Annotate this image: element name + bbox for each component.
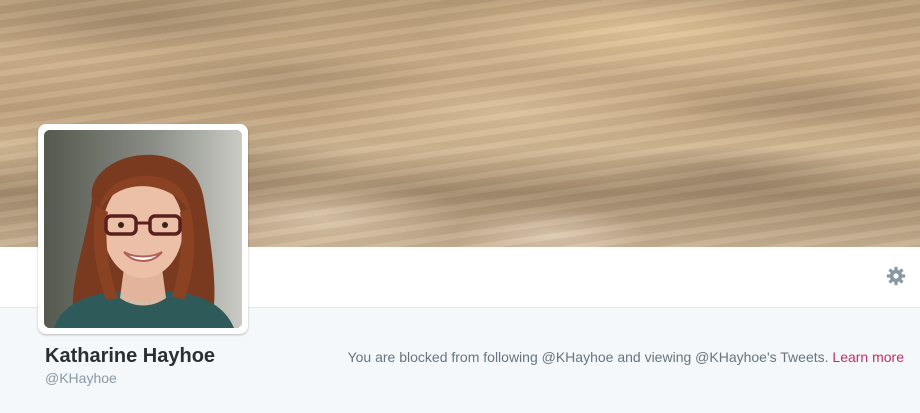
blocked-notice: You are blocked from following @KHayhoe …: [348, 349, 904, 365]
learn-more-link[interactable]: Learn more: [832, 349, 904, 365]
avatar[interactable]: [44, 130, 242, 328]
profile-name[interactable]: Katharine Hayhoe: [45, 345, 215, 368]
profile-avatar-frame[interactable]: [38, 124, 248, 334]
profile-handle: @KHayhoe: [45, 370, 117, 386]
blocked-notice-text: You are blocked from following @KHayhoe …: [347, 349, 829, 365]
gear-icon[interactable]: [886, 266, 906, 286]
